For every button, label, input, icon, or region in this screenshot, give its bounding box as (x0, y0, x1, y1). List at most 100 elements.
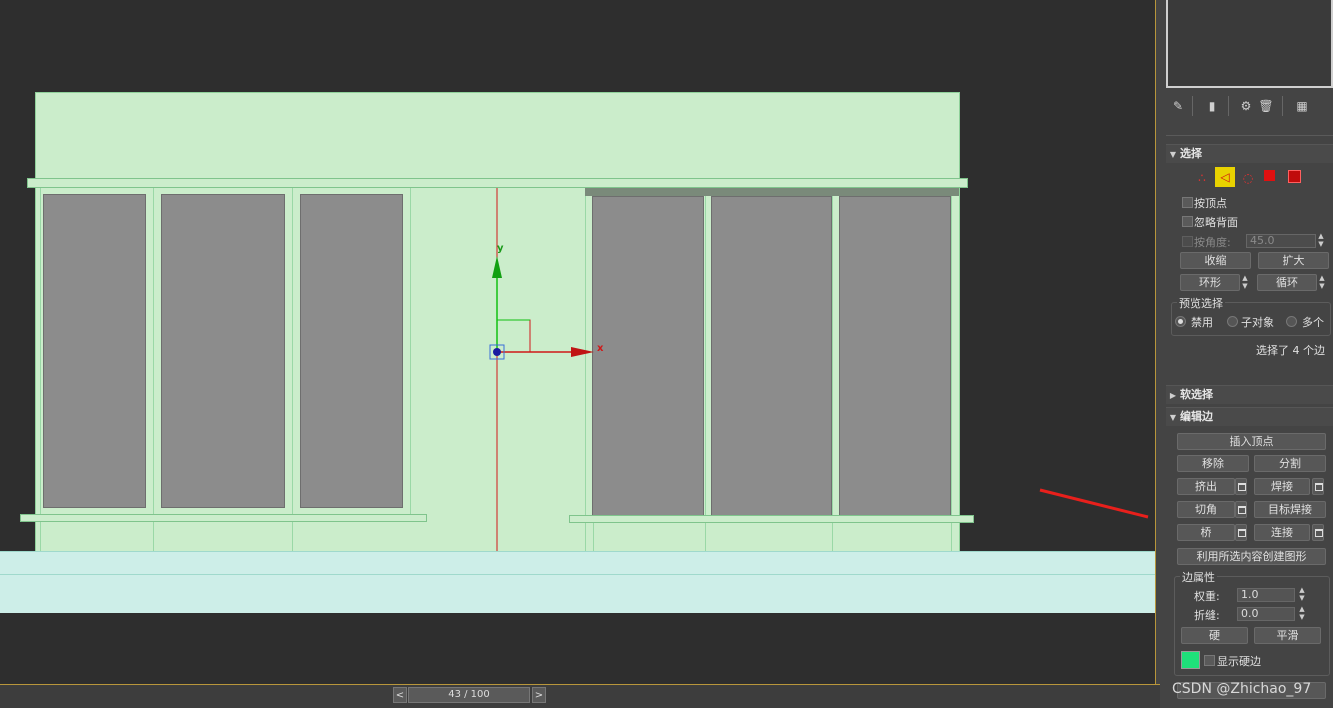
weight-field[interactable]: 1.0 (1237, 588, 1295, 602)
loop-button[interactable]: 循环 (1257, 274, 1317, 291)
frame-line (951, 188, 952, 552)
preview-multi-label: 多个 (1302, 316, 1324, 329)
hard-edge-color-swatch[interactable] (1181, 651, 1200, 669)
window-glass[interactable] (161, 194, 285, 508)
border-icon[interactable]: ◌ (1240, 170, 1256, 186)
window-glass[interactable] (300, 194, 403, 508)
angle-spinner[interactable]: ▲ ▼ (1316, 232, 1326, 249)
rollout-title: 软选择 (1180, 388, 1213, 401)
bridge-settings-button[interactable] (1235, 524, 1247, 541)
ground-slab-bottom (0, 574, 1155, 613)
extrude-settings-button[interactable] (1235, 478, 1247, 495)
crease-label: 折缝: (1194, 609, 1220, 622)
by-angle-label: 按角度: (1194, 236, 1231, 249)
shrink-button[interactable]: 收缩 (1180, 252, 1251, 269)
vertex-icon[interactable]: ∴ (1194, 170, 1210, 186)
bridge-button[interactable]: 桥 (1177, 524, 1235, 541)
connect-settings-button[interactable] (1312, 524, 1324, 541)
by-vertex-label: 按顶点 (1194, 197, 1227, 210)
prev-frame-button[interactable]: < (393, 687, 407, 703)
ring-spinner[interactable]: ▲ ▼ (1240, 274, 1250, 291)
next-frame-button[interactable]: > (532, 687, 546, 703)
weld-settings-button[interactable] (1312, 478, 1324, 495)
frame-line (832, 188, 833, 552)
instance-icon[interactable]: ⚙ (1238, 98, 1254, 114)
crease-field[interactable]: 0.0 (1237, 607, 1295, 621)
loop-spinner[interactable]: ▲ ▼ (1317, 274, 1327, 291)
ground-slab-top (0, 551, 1155, 574)
split-button[interactable]: 分割 (1254, 455, 1326, 472)
frame-line (40, 188, 41, 552)
target-weld-button[interactable]: 目标焊接 (1254, 501, 1326, 518)
window-glass[interactable] (43, 194, 146, 508)
frame-slider[interactable]: 43 / 100 (408, 687, 530, 703)
weight-spinner[interactable]: ▲ ▼ (1297, 586, 1307, 603)
viewport-front[interactable]: y x (0, 0, 1156, 684)
collapse-arrow-icon: ▼ (1169, 413, 1177, 422)
edge-properties-title: 边属性 (1180, 569, 1217, 585)
weight-label: 权重: (1194, 590, 1220, 603)
crease-spinner[interactable]: ▲ ▼ (1297, 605, 1307, 622)
window-glass[interactable] (592, 196, 704, 516)
trash-icon[interactable]: 🗑 (1258, 98, 1274, 114)
ignore-backfacing-label: 忽略背面 (1194, 216, 1238, 229)
preview-subobject-label: 子对象 (1241, 316, 1274, 329)
rollout-soft-selection-header[interactable]: ▶ 软选择 (1166, 385, 1333, 404)
window-glass[interactable] (711, 196, 832, 516)
preview-multi-radio[interactable] (1286, 316, 1297, 327)
by-angle-checkbox[interactable] (1182, 236, 1193, 247)
preview-disabled-label: 禁用 (1191, 316, 1213, 329)
chamfer-settings-button[interactable] (1235, 501, 1247, 518)
rollout-edit-edges-header[interactable]: ▼ 编辑边 (1166, 407, 1333, 426)
window-header-strip (585, 188, 959, 196)
rollout-title: 编辑边 (1180, 410, 1213, 423)
watermark-text: CSDN @Zhichao_97 (1172, 681, 1312, 697)
toolbar-separator (1282, 96, 1283, 116)
toolbar-separator (1192, 96, 1193, 116)
preview-subobject-radio[interactable] (1227, 316, 1238, 327)
ring-button[interactable]: 环形 (1180, 274, 1240, 291)
polygon-icon[interactable] (1264, 170, 1275, 181)
configure-icon[interactable]: ▦ (1294, 98, 1310, 114)
angle-value-field[interactable]: 45.0 (1246, 234, 1316, 248)
rollout-selection-header[interactable]: ▼ 选择 (1166, 144, 1333, 163)
connect-button[interactable]: 连接 (1254, 524, 1310, 541)
rollout-title: 选择 (1180, 147, 1202, 160)
hard-button[interactable]: 硬 (1181, 627, 1248, 644)
pin-icon[interactable]: ✎ (1170, 98, 1186, 114)
command-panel: ✎ ▮ ⚙ 🗑 ▦ ▼ 选择 ∴ ◁ ◌ 按顶点 忽略背面 按角度: 45.0 ▲… (1160, 0, 1333, 707)
top-ledge (27, 178, 968, 188)
frame-line (410, 188, 411, 518)
window-sill-right (569, 515, 974, 523)
show-hard-edges-label: 显示硬边 (1217, 655, 1261, 668)
smooth-button[interactable]: 平滑 (1254, 627, 1321, 644)
frame-line (292, 188, 293, 552)
grow-button[interactable]: 扩大 (1258, 252, 1329, 269)
modifier-stack-preview[interactable] (1166, 0, 1333, 88)
ignore-backfacing-checkbox[interactable] (1182, 216, 1193, 227)
remove-button[interactable]: 移除 (1177, 455, 1249, 472)
gizmo-x-label: x (597, 343, 604, 354)
chamfer-button[interactable]: 切角 (1177, 501, 1235, 518)
create-shape-button[interactable]: 利用所选内容创建图形 (1177, 548, 1326, 565)
toolbar-separator (1228, 96, 1229, 116)
edge-icon[interactable]: ◁ (1215, 167, 1235, 187)
collapse-arrow-icon: ▼ (1169, 150, 1177, 159)
extrude-button[interactable]: 挤出 (1177, 478, 1235, 495)
weld-button[interactable]: 焊接 (1254, 478, 1310, 495)
window-glass[interactable] (839, 196, 951, 516)
hierarchy-icon[interactable]: ▮ (1204, 98, 1220, 114)
stack-toolbar: ✎ ▮ ⚙ 🗑 ▦ (1168, 96, 1333, 118)
by-vertex-checkbox[interactable] (1182, 197, 1193, 208)
show-hard-edges-checkbox[interactable] (1204, 655, 1215, 666)
insert-vertex-button[interactable]: 插入顶点 (1177, 433, 1326, 450)
element-icon[interactable] (1288, 170, 1301, 183)
window-sill-left (20, 514, 427, 522)
gizmo-y-label: y (497, 243, 504, 254)
preview-disabled-radio[interactable] (1175, 316, 1186, 327)
frame-line (153, 188, 154, 552)
time-slider-bar: < 43 / 100 > (0, 684, 1160, 708)
expand-arrow-icon: ▶ (1169, 391, 1177, 400)
frame-line (585, 188, 586, 552)
frame-line (705, 188, 706, 552)
